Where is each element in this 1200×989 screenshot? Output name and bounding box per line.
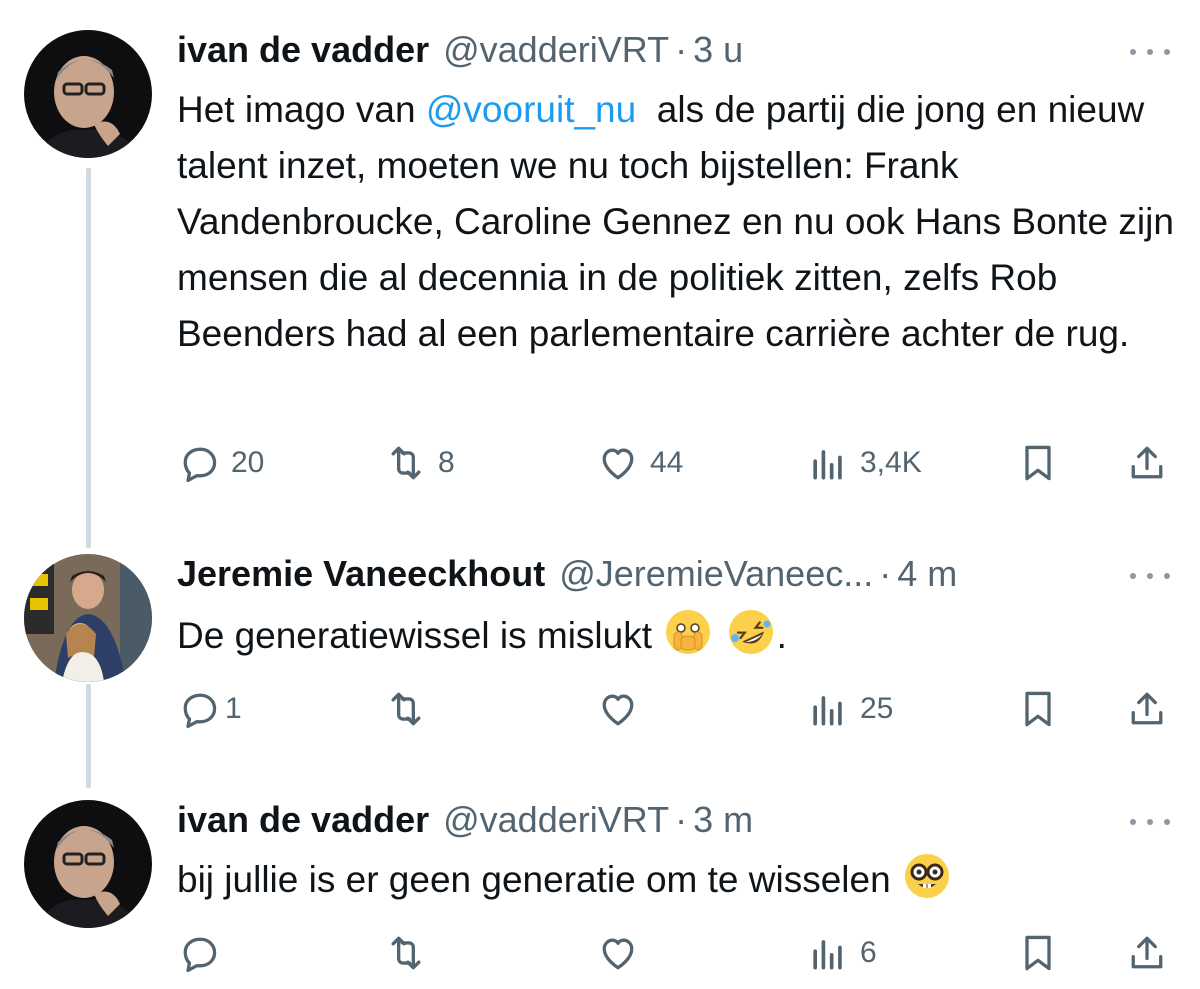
share-button[interactable] (1125, 928, 1169, 978)
mention-link[interactable]: @vooruit_nu (426, 89, 636, 130)
like-button[interactable] (596, 684, 640, 734)
reply-button[interactable]: 20 (177, 438, 264, 488)
avatar-ivan-photo (24, 800, 152, 928)
share-button[interactable] (1125, 438, 1169, 488)
tweet-header: ivan de vadder @vadderiVRT · 3 u (177, 28, 743, 72)
timestamp[interactable]: 4 m (897, 553, 957, 595)
author-handle[interactable]: @vadderiVRT (443, 29, 669, 71)
rolling-on-the-floor-laughing-emoji (728, 610, 773, 654)
like-button[interactable] (596, 928, 640, 978)
tweet-3[interactable]: ivan de vadder @vadderiVRT · 3 m bij jul… (0, 776, 1200, 989)
share-icon (1131, 692, 1163, 725)
retweet-icon (391, 446, 421, 480)
avatar-ivan-photo (24, 30, 152, 158)
tweet-text: bij jullie is er geen generatie om te wi… (177, 852, 1177, 908)
bookmark-button[interactable] (1016, 438, 1060, 488)
more-icon[interactable] (1130, 40, 1170, 64)
reply-icon (183, 447, 217, 483)
bookmark-icon (1025, 935, 1051, 971)
timestamp[interactable]: 3 u (693, 29, 743, 71)
thread-line (86, 168, 91, 548)
views-icon (813, 940, 842, 970)
share-icon (1131, 936, 1163, 969)
avatar[interactable] (24, 554, 152, 682)
author-name[interactable]: ivan de vadder (177, 29, 429, 71)
retweet-button[interactable]: 8 (384, 438, 455, 488)
share-icon (1131, 446, 1163, 479)
reply-count: 1 (225, 692, 242, 725)
separator: · (675, 799, 688, 840)
views-button[interactable]: 6 (806, 928, 877, 978)
avatar-jeremie-photo (24, 554, 152, 682)
views-count: 6 (860, 936, 877, 969)
bookmark-icon (1025, 691, 1051, 727)
views-button[interactable]: 25 (806, 684, 893, 734)
bookmark-icon (1025, 445, 1051, 481)
bookmark-button[interactable] (1016, 684, 1060, 734)
retweet-icon (391, 692, 421, 726)
tweet-1[interactable]: ivan de vadder @vadderiVRT · 3 u Het ima… (0, 0, 1200, 548)
author-name[interactable]: ivan de vadder (177, 799, 429, 841)
avatar[interactable] (24, 800, 152, 928)
reply-icon (183, 937, 217, 973)
reply-button[interactable] (177, 928, 221, 978)
retweet-button[interactable] (384, 684, 428, 734)
bookmark-button[interactable] (1016, 928, 1060, 978)
author-name[interactable]: Jeremie Vaneeckhout (177, 553, 545, 595)
retweet-button[interactable] (384, 928, 428, 978)
more-icon[interactable] (1130, 564, 1170, 588)
views-icon (813, 696, 842, 726)
views-button[interactable]: 3,4K (806, 438, 922, 488)
tweet-text-part: Het imago van (177, 89, 426, 130)
tweet-text: De generatiewissel is mislukt . (177, 608, 1177, 664)
like-count: 44 (650, 446, 684, 479)
tweet-text-part: bij jullie is er geen generatie om te wi… (177, 859, 891, 900)
tweet-2[interactable]: Jeremie Vaneeckhout @JeremieVaneec... · … (0, 530, 1200, 800)
retweet-icon (391, 936, 421, 970)
views-icon (813, 450, 842, 480)
heart-icon (602, 938, 634, 970)
tweet-text-part: De generatiewissel is mislukt (177, 615, 653, 656)
tweet-header: Jeremie Vaneeckhout @JeremieVaneec... · … (177, 552, 957, 596)
action-bar: 1 25 (0, 684, 1200, 734)
action-bar: 20 8 44 3,4K (0, 438, 1200, 488)
heart-icon (602, 448, 634, 480)
reply-count: 20 (231, 446, 265, 479)
author-handle[interactable]: @JeremieVaneec... (559, 553, 873, 595)
timestamp[interactable]: 3 m (693, 799, 753, 841)
action-bar: 6 (0, 928, 1200, 978)
avatar[interactable] (24, 30, 152, 158)
separator: · (675, 29, 688, 70)
separator: · (879, 553, 892, 594)
like-button[interactable]: 44 (596, 438, 683, 488)
share-button[interactable] (1125, 684, 1169, 734)
tweet-text-end: . (776, 615, 787, 656)
views-count: 25 (860, 692, 894, 725)
tweet-header: ivan de vadder @vadderiVRT · 3 m (177, 798, 753, 842)
reply-icon (183, 693, 217, 729)
views-count: 3,4K (860, 446, 922, 479)
author-handle[interactable]: @vadderiVRT (443, 799, 669, 841)
nerd-face-emoji (904, 854, 949, 898)
more-icon[interactable] (1130, 810, 1170, 834)
heart-icon (602, 694, 634, 726)
tweet-text: Het imago van @vooruit_nu als de partij … (177, 82, 1177, 362)
reply-button[interactable]: 1 (177, 684, 242, 734)
face-with-open-eyes-and-hand-over-mouth-emoji (666, 610, 711, 654)
retweet-count: 8 (438, 446, 455, 479)
